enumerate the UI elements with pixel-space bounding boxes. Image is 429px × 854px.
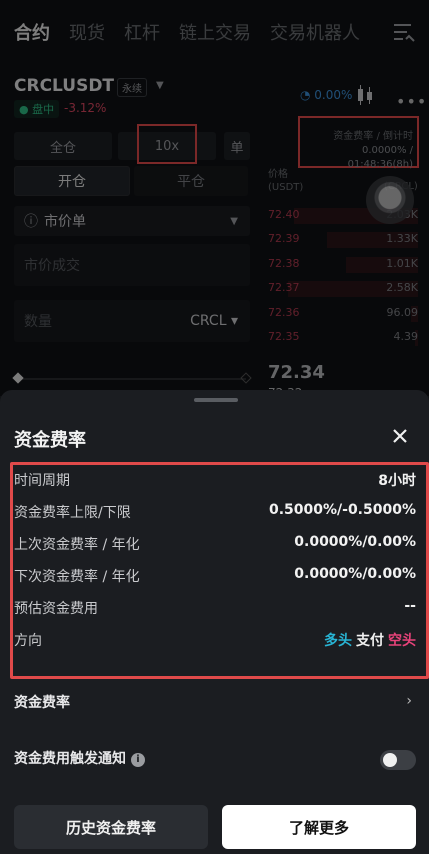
funding-history-button[interactable]: 历史资金费率 [14,805,208,849]
info-label: 时间周期 [14,473,70,489]
overlay-dim[interactable] [0,0,429,396]
direction-short: 空头 [388,633,416,649]
info-value: 0.0000%/0.00% [294,534,416,550]
info-icon[interactable]: i [131,753,145,767]
info-row: 下次资金费率 / 年化 0.0000%/0.00% [14,566,416,586]
info-label: 下次资金费率 / 年化 [14,569,140,585]
direction-label: 方向 [14,633,42,649]
sheet-drag-handle[interactable] [194,398,238,402]
info-label: 上次资金费率 / 年化 [14,537,140,553]
info-label: 预估资金费用 [14,601,98,617]
info-value: 8小时 [378,473,416,489]
info-value: 0.0000%/0.00% [294,566,416,582]
funding-rate-sheet: 资金费率 时间周期 8小时 资金费率上限/下限 0.5000%/-0.5000%… [0,390,429,854]
info-row: 预估资金费用 -- [14,598,416,618]
info-value: -- [404,598,416,614]
direction-long: 多头 [324,633,352,649]
info-value: 0.5000%/-0.5000% [268,502,416,518]
funding-notify-toggle[interactable] [380,750,416,770]
sheet-title: 资金费率 [14,430,86,451]
direction-row: 方向 多头 支付 空头 [14,630,416,650]
info-row: 资金费率上限/下限 0.5000%/-0.5000% [14,502,416,522]
direction-pay: 支付 [356,633,384,649]
funding-notify-label: 资金费用触发通知 [14,751,126,767]
learn-more-button[interactable]: 了解更多 [222,805,416,849]
close-icon[interactable] [390,426,410,446]
direction-value: 多头 支付 空头 [324,630,416,650]
funding-rate-link-label: 资金费率 [14,695,70,711]
chevron-right-icon: › [406,693,412,709]
funding-notify-row: 资金费用触发通知 i [14,748,416,772]
info-row: 上次资金费率 / 年化 0.0000%/0.00% [14,534,416,554]
funding-rate-link[interactable]: 资金费率 › [14,692,416,716]
info-label: 资金费率上限/下限 [14,505,131,521]
info-row: 时间周期 8小时 [14,470,416,490]
